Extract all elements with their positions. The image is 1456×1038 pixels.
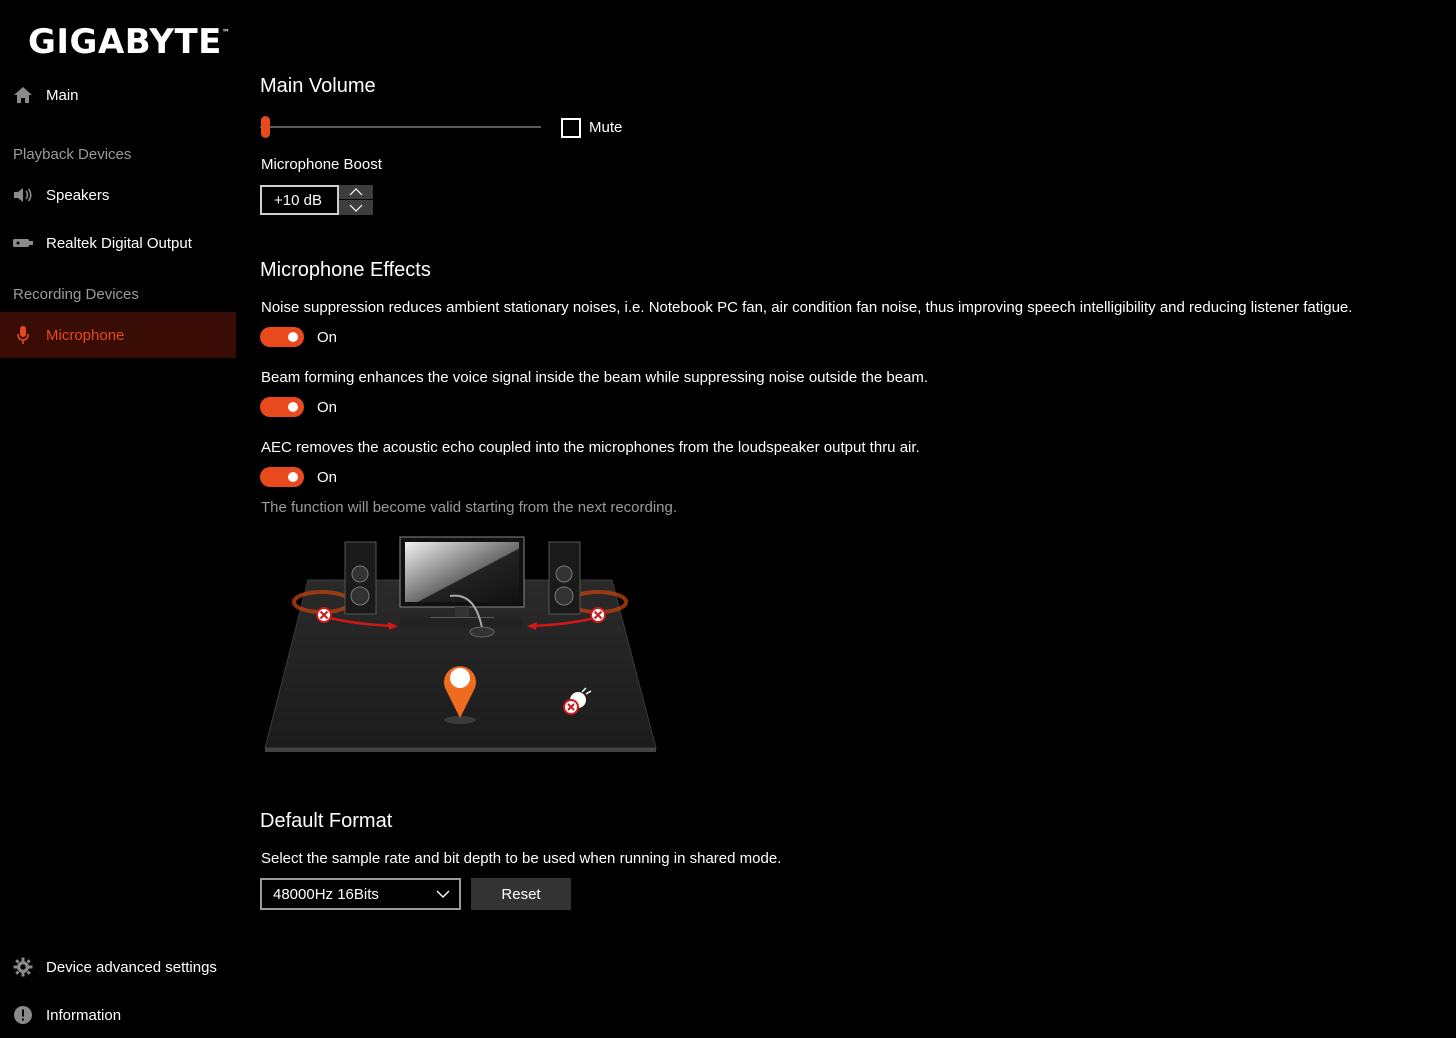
chevron-down-icon xyxy=(436,890,450,898)
sidebar-item-information[interactable]: Information xyxy=(0,992,236,1038)
sidebar-item-label: Main xyxy=(46,86,79,104)
slider-track xyxy=(260,126,541,128)
sidebar-item-microphone[interactable]: Microphone xyxy=(0,312,236,358)
sidebar-item-label: Speakers xyxy=(46,186,110,204)
toggle-knob xyxy=(288,472,298,482)
sidebar-item-digital-output[interactable]: Realtek Digital Output xyxy=(0,220,236,266)
beam-forming-description: Beam forming enhances the voice signal i… xyxy=(261,369,929,386)
toggle-knob xyxy=(288,332,298,342)
microphone-effects-illustration xyxy=(264,536,657,752)
sidebar-item-label: Information xyxy=(46,1006,122,1024)
sidebar-item-speakers[interactable]: Speakers xyxy=(0,172,236,218)
beam-forming-state: On xyxy=(317,399,338,416)
noise-suppression-state: On xyxy=(317,329,338,346)
main-volume-slider[interactable] xyxy=(260,116,541,138)
slider-thumb[interactable] xyxy=(261,116,270,138)
reset-button[interactable]: Reset xyxy=(471,878,571,910)
sidebar-item-main[interactable]: Main xyxy=(0,72,236,118)
boost-decrease-button[interactable] xyxy=(339,200,373,215)
sample-rate-value: 48000Hz 16Bits xyxy=(273,885,379,903)
toggle-knob xyxy=(288,402,298,412)
sidebar-item-advanced-settings[interactable]: Device advanced settings xyxy=(0,944,236,990)
noise-suppression-description: Noise suppression reduces ambient statio… xyxy=(261,299,1353,316)
default-format-description: Select the sample rate and bit depth to … xyxy=(261,850,782,867)
main-volume-title: Main Volume xyxy=(260,75,376,97)
sidebar-item-label: Device advanced settings xyxy=(46,958,217,976)
microphone-icon xyxy=(0,325,46,345)
main-panel: Main Volume Mute Microphone Boost +10 dB… xyxy=(260,0,1440,1035)
speaker-icon xyxy=(0,187,46,203)
recording-devices-heading: Recording Devices xyxy=(13,286,139,303)
info-icon xyxy=(0,1005,46,1025)
home-icon xyxy=(0,86,46,104)
sidebar-item-label: Microphone xyxy=(46,326,125,344)
chevron-down-icon xyxy=(349,204,363,212)
aec-toggle[interactable] xyxy=(260,467,304,487)
mute-checkbox[interactable] xyxy=(561,118,581,138)
default-format-title: Default Format xyxy=(260,810,393,832)
gigabyte-logo: GIGABYTE™ xyxy=(28,22,231,62)
boost-value-text: +10 dB xyxy=(274,191,322,209)
mute-label: Mute xyxy=(589,119,623,136)
sidebar-item-label: Realtek Digital Output xyxy=(46,234,192,252)
microphone-boost-label: Microphone Boost xyxy=(261,156,382,173)
playback-devices-heading: Playback Devices xyxy=(13,146,132,163)
recording-note: The function will become valid starting … xyxy=(261,499,678,516)
gear-icon xyxy=(0,957,46,977)
aec-state: On xyxy=(317,469,338,486)
chevron-up-icon xyxy=(349,188,363,196)
noise-suppression-toggle[interactable] xyxy=(260,327,304,347)
sample-rate-select[interactable]: 48000Hz 16Bits xyxy=(260,878,461,910)
boost-increase-button[interactable] xyxy=(339,185,373,200)
aec-description: AEC removes the acoustic echo coupled in… xyxy=(261,439,920,456)
sidebar: GIGABYTE™ Main Playback Devices Speakers… xyxy=(0,0,236,1035)
beam-forming-toggle[interactable] xyxy=(260,397,304,417)
microphone-boost-value[interactable]: +10 dB xyxy=(260,185,339,215)
microphone-effects-title: Microphone Effects xyxy=(260,259,431,281)
digital-output-icon xyxy=(0,236,46,250)
